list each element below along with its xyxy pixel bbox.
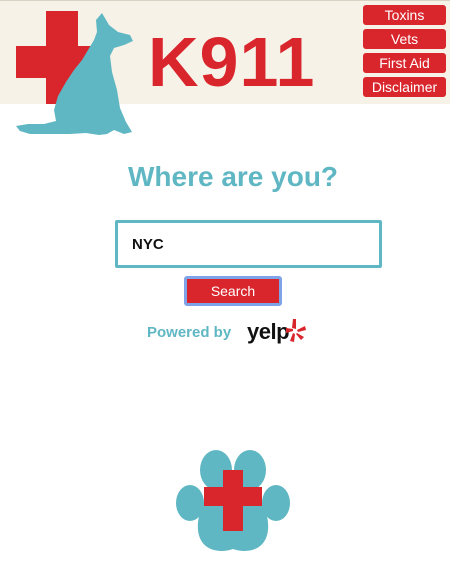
dog-silhouette-icon — [16, 13, 133, 135]
nav-vets-button[interactable]: Vets — [363, 29, 446, 49]
page: K911 Toxins Vets First Aid Disclaimer Wh… — [0, 0, 450, 561]
page-heading: Where are you? — [127, 161, 339, 192]
nav-first-aid-button[interactable]: First Aid — [363, 53, 446, 73]
brand-title: K911 — [148, 23, 316, 101]
powered-by-yelp: Powered by yelp — [147, 317, 317, 347]
yelp-burst-icon — [286, 319, 306, 342]
yelp-logo-text: yelp — [247, 319, 290, 344]
nav-disclaimer-button[interactable]: Disclaimer — [363, 77, 446, 97]
nav-toxins-button[interactable]: Toxins — [363, 5, 446, 25]
location-search-input[interactable] — [115, 220, 382, 268]
paw-cross-icon — [176, 450, 290, 551]
search-button[interactable]: Search — [184, 276, 282, 306]
powered-by-label: Powered by — [147, 324, 232, 341]
top-nav: Toxins Vets First Aid Disclaimer — [363, 5, 446, 101]
